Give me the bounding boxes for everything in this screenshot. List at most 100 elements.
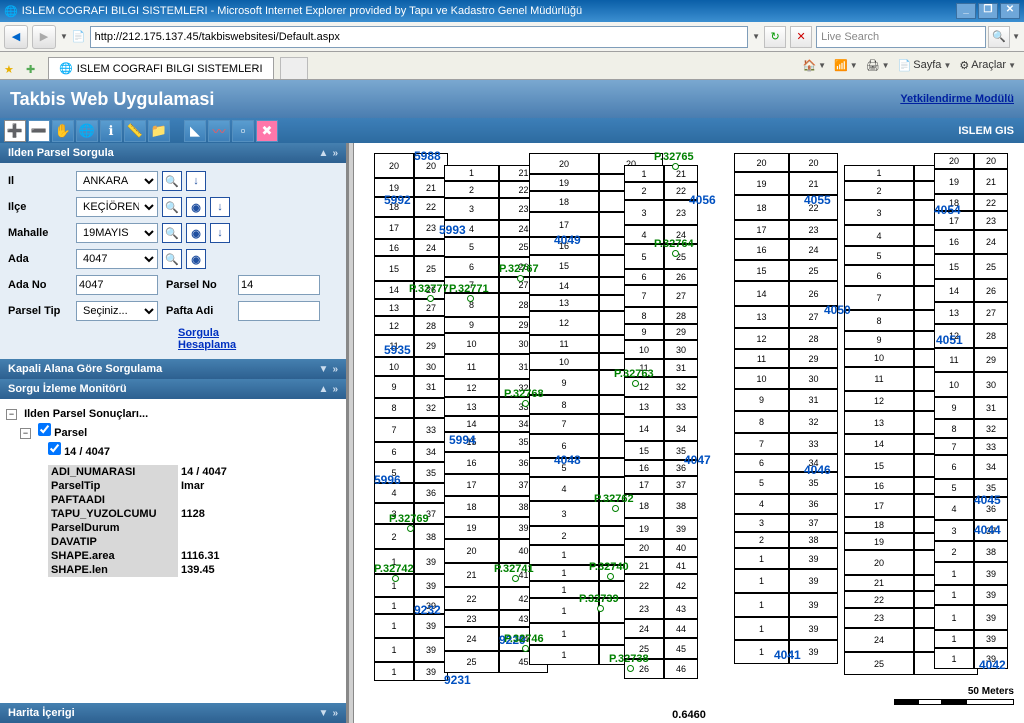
- parcel[interactable]: 7: [374, 418, 414, 442]
- parcel[interactable]: 39: [414, 597, 448, 614]
- parcel[interactable]: 20: [734, 153, 789, 172]
- parcel[interactable]: 3: [624, 200, 664, 225]
- parcel[interactable]: 9: [529, 370, 599, 395]
- parcel[interactable]: 35: [664, 441, 698, 460]
- parcel[interactable]: 3: [529, 501, 599, 526]
- tree-toggle[interactable]: −: [6, 409, 17, 420]
- parcel[interactable]: 35: [414, 462, 448, 483]
- parcel[interactable]: 5: [734, 472, 789, 494]
- parcel[interactable]: 1: [529, 565, 599, 581]
- parcel[interactable]: 11: [444, 354, 499, 379]
- hesaplama-link[interactable]: Hesaplama: [178, 339, 338, 351]
- parcel[interactable]: 6: [444, 257, 499, 277]
- parcel[interactable]: 32: [414, 398, 448, 418]
- parcel[interactable]: 39: [974, 562, 1008, 585]
- parcel[interactable]: 24: [444, 627, 499, 651]
- parcel[interactable]: 41: [664, 557, 698, 574]
- parcel[interactable]: 4: [624, 225, 664, 244]
- parcel[interactable]: 25: [664, 244, 698, 269]
- parcel[interactable]: 25: [624, 638, 664, 659]
- parcel[interactable]: 15: [844, 454, 914, 477]
- parcel[interactable]: 9: [624, 324, 664, 340]
- panel-monitor-header[interactable]: Sorgu İzleme Monitörü ▲»: [0, 379, 346, 399]
- parcel[interactable]: 1: [844, 165, 914, 181]
- parcel[interactable]: 33: [974, 438, 1008, 455]
- parcel[interactable]: 33: [789, 433, 838, 454]
- address-dropdown-icon[interactable]: ▼: [752, 32, 760, 41]
- parcel[interactable]: 33: [414, 418, 448, 442]
- ada-search-button[interactable]: 🔍: [162, 249, 182, 269]
- parcel[interactable]: 20: [444, 539, 499, 563]
- parcel[interactable]: 11: [374, 335, 414, 357]
- parcel[interactable]: 4: [844, 225, 914, 246]
- parcel[interactable]: 20: [624, 539, 664, 557]
- parcel[interactable]: 1: [529, 545, 599, 565]
- parcel[interactable]: 1: [529, 645, 599, 665]
- parcel[interactable]: 27: [974, 302, 1008, 324]
- parcel[interactable]: 1: [734, 548, 789, 569]
- parcel[interactable]: 23: [844, 608, 914, 628]
- parcel[interactable]: 27: [664, 285, 698, 307]
- parcel[interactable]: 19: [734, 172, 789, 195]
- parcel[interactable]: 7: [529, 414, 599, 434]
- parcel[interactable]: 3: [734, 514, 789, 532]
- parcel[interactable]: 16: [624, 460, 664, 476]
- parcel[interactable]: 19: [844, 533, 914, 550]
- parcel[interactable]: 30: [664, 340, 698, 359]
- parcel[interactable]: 13: [934, 302, 974, 324]
- measure-button[interactable]: 📏: [124, 120, 146, 142]
- parcel[interactable]: 18: [624, 494, 664, 518]
- parcel[interactable]: 25: [844, 652, 914, 675]
- parcel[interactable]: 11: [624, 359, 664, 377]
- parcel[interactable]: 19: [529, 174, 599, 191]
- parcel[interactable]: 23: [414, 217, 448, 239]
- mahalle-search-button[interactable]: 🔍: [162, 223, 182, 243]
- parcel[interactable]: 15: [934, 254, 974, 279]
- tools-menu[interactable]: ⚙Araçlar▼: [959, 59, 1016, 72]
- tool-c-button[interactable]: ▫: [232, 120, 254, 142]
- parcel[interactable]: 13: [444, 397, 499, 416]
- parcel[interactable]: 4: [529, 477, 599, 501]
- parcel[interactable]: 22: [444, 587, 499, 610]
- parcel[interactable]: 9: [934, 397, 974, 419]
- layers-button[interactable]: 📁: [148, 120, 170, 142]
- parcel[interactable]: 1: [934, 605, 974, 630]
- clear-button[interactable]: ✖: [256, 120, 278, 142]
- parcel[interactable]: 16: [444, 452, 499, 474]
- parcel[interactable]: 1: [444, 165, 499, 181]
- parcel[interactable]: 34: [664, 417, 698, 441]
- parcel[interactable]: 1: [934, 562, 974, 585]
- parcel[interactable]: 11: [734, 349, 789, 368]
- parcel[interactable]: 3: [844, 200, 914, 225]
- search-dropdown-icon[interactable]: ▼: [1012, 32, 1020, 41]
- parcel[interactable]: 19: [444, 517, 499, 539]
- parcel[interactable]: 2: [624, 182, 664, 200]
- parcel[interactable]: 9: [844, 331, 914, 349]
- parcel[interactable]: 18: [529, 191, 599, 212]
- parcel[interactable]: 30: [414, 357, 448, 376]
- parcel[interactable]: 8: [844, 310, 914, 331]
- parcel[interactable]: 25: [789, 260, 838, 281]
- parcel[interactable]: 10: [934, 372, 974, 397]
- parcel[interactable]: 1: [734, 617, 789, 640]
- parcel[interactable]: 32: [789, 411, 838, 433]
- parcel[interactable]: 20: [374, 153, 414, 178]
- parcel[interactable]: 37: [664, 476, 698, 494]
- parcel[interactable]: 17: [444, 474, 499, 496]
- parcel[interactable]: 39: [789, 617, 838, 640]
- parcel[interactable]: 23: [974, 211, 1008, 230]
- parcel[interactable]: 21: [844, 575, 914, 591]
- parcel[interactable]: 31: [789, 389, 838, 411]
- parcel[interactable]: 6: [624, 269, 664, 285]
- parcel[interactable]: 13: [734, 306, 789, 328]
- pan-button[interactable]: ✋: [52, 120, 74, 142]
- parcel[interactable]: 34: [789, 454, 838, 472]
- parcel[interactable]: 11: [934, 348, 974, 372]
- zoom-out-button[interactable]: ➖: [28, 120, 50, 142]
- parcel[interactable]: 20: [414, 153, 448, 178]
- parcel[interactable]: 11: [844, 367, 914, 391]
- parcel[interactable]: 31: [664, 359, 698, 377]
- parcel[interactable]: 1: [529, 581, 599, 598]
- parcel[interactable]: 1: [624, 165, 664, 182]
- parcel[interactable]: 22: [789, 195, 838, 220]
